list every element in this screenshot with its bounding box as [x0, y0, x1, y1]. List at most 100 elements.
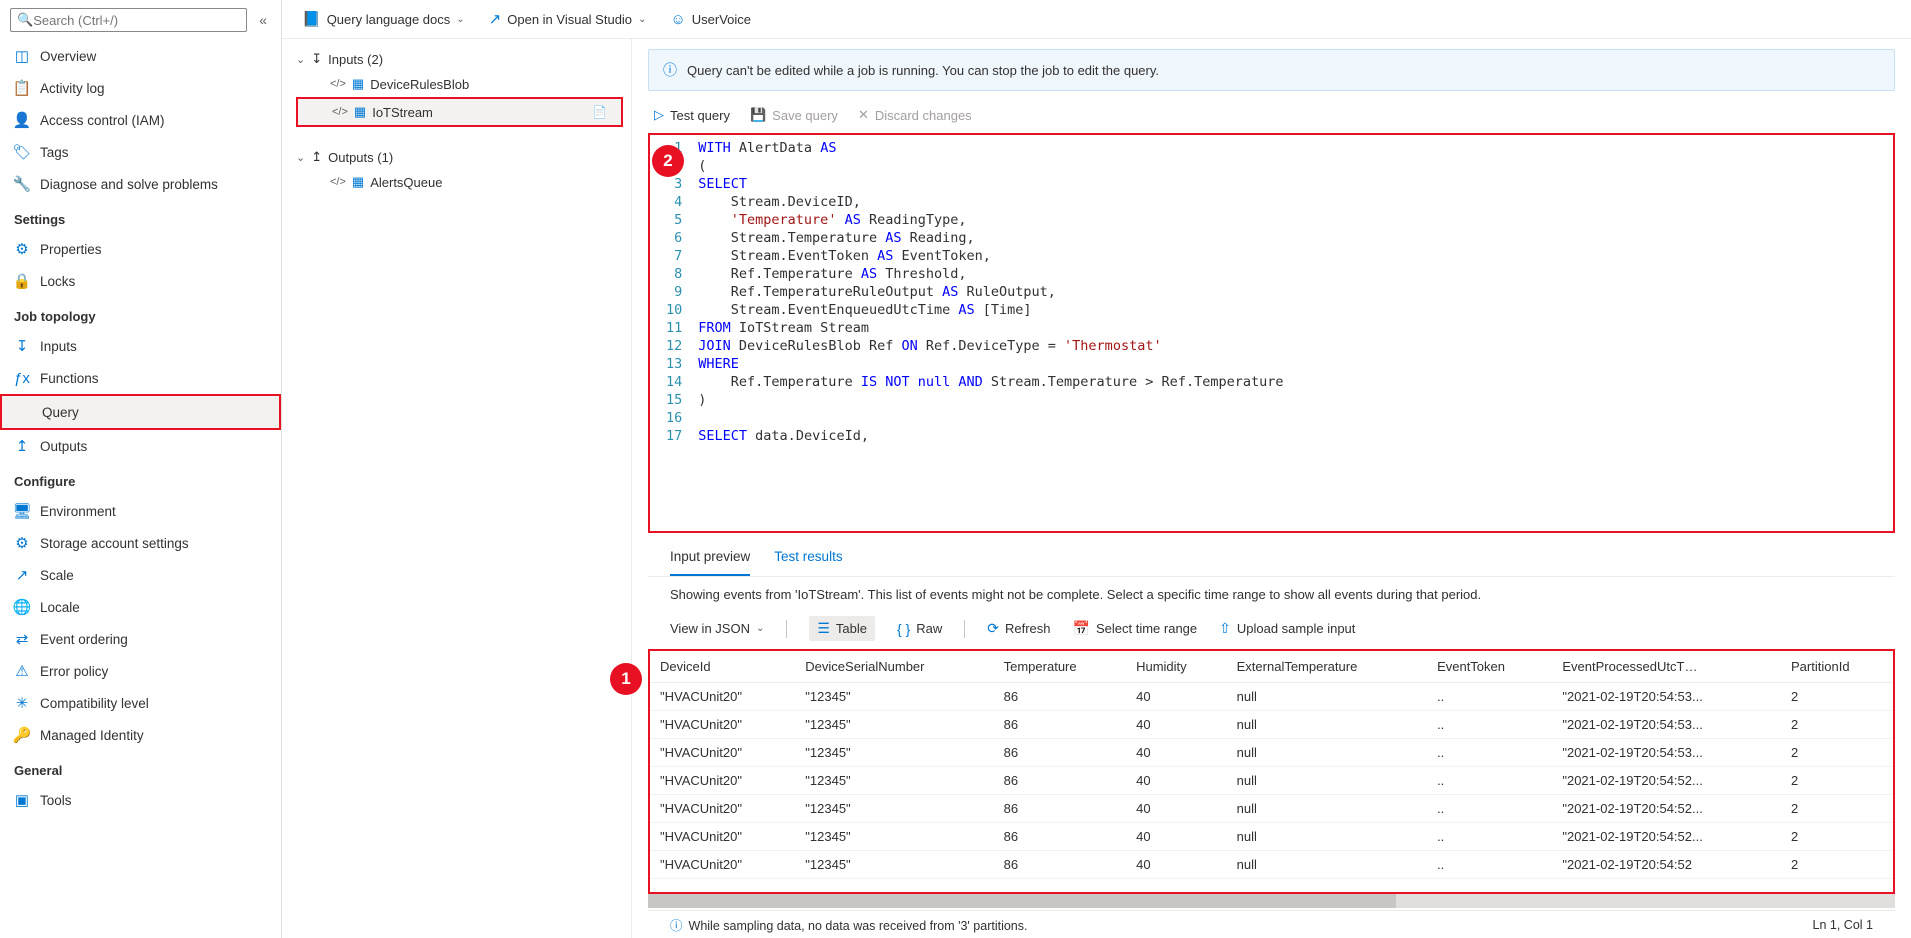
nav-outputs[interactable]: ↥ Outputs: [0, 430, 281, 462]
nav-iam[interactable]: 👤Access control (IAM): [0, 104, 281, 136]
collapse-sidebar-icon[interactable]: «: [255, 10, 271, 30]
blob-icon: ▦: [352, 76, 364, 92]
nav-functions[interactable]: ƒxFunctions: [0, 362, 281, 394]
code-lines[interactable]: WITH AlertData AS(SELECT Stream.DeviceID…: [690, 135, 1291, 449]
preview-description: Showing events from 'IoTStream'. This li…: [648, 577, 1895, 612]
nav-inputs-icon: ↧: [14, 338, 30, 354]
nav-mi[interactable]: 🔑Managed Identity: [0, 719, 281, 751]
info-banner: ⓘ Query can't be edited while a job is r…: [648, 49, 1895, 91]
table-view-label: Table: [836, 621, 867, 636]
horizontal-scrollbar[interactable]: [648, 894, 1895, 908]
nav-query-icon: [16, 404, 32, 420]
calendar-icon: 📅: [1073, 620, 1090, 637]
outputs-group-header[interactable]: ⌄ ↥ Outputs (1): [296, 145, 631, 169]
search-icon: 🔍: [17, 12, 33, 28]
nav-environment-icon: 🖥: [14, 503, 30, 519]
table-row[interactable]: "HVACUnit20""12345"8640null.."2021-02-19…: [650, 823, 1893, 851]
book-icon: 📘: [302, 10, 321, 28]
save-query-button: 💾 Save query: [750, 107, 838, 123]
col-externaltemperature[interactable]: ExternalTemperature: [1227, 651, 1427, 683]
nav-overview[interactable]: ◫Overview: [0, 40, 281, 72]
nav-locks[interactable]: 🔒Locks: [0, 265, 281, 297]
outputs-group-label: Outputs (1): [328, 150, 393, 165]
blob-icon: ▦: [354, 104, 366, 120]
input-iotstream-label: IoTStream: [372, 105, 433, 120]
col-partitionid[interactable]: PartitionId: [1781, 651, 1893, 683]
search-box[interactable]: 🔍: [10, 8, 247, 32]
timerange-button[interactable]: 📅 Select time range: [1073, 620, 1198, 637]
nav-storage[interactable]: ⚙ Storage account settings: [0, 527, 281, 559]
nav-event-ordering[interactable]: ⇄Event ordering: [0, 623, 281, 655]
nav-tags-icon: 🏷: [14, 144, 30, 160]
tab-input-preview[interactable]: Input preview: [670, 543, 750, 576]
output-alertsqueue-label: AlertsQueue: [370, 175, 442, 190]
output-alertsqueue[interactable]: </>▦AlertsQueue: [296, 169, 631, 195]
nav-inputs[interactable]: ↧Inputs: [0, 330, 281, 362]
view-json-button[interactable]: View in JSON ⌄: [670, 621, 764, 636]
table-row[interactable]: "HVACUnit20""12345"8640null.."2021-02-19…: [650, 683, 1893, 711]
nav-storage-label: Storage account settings: [40, 536, 189, 551]
raw-view-button[interactable]: { } Raw: [897, 621, 942, 637]
timerange-label: Select time range: [1096, 621, 1197, 636]
uservoice-link[interactable]: ☺ UserVoice: [670, 11, 751, 28]
nav-scale[interactable]: ↗Scale: [0, 559, 281, 591]
callout-1: 1: [610, 663, 642, 695]
nav-compat-label: Compatibility level: [40, 696, 149, 711]
refresh-button[interactable]: ⟳ Refresh: [987, 620, 1050, 637]
col-eventprocessedutct-[interactable]: EventProcessedUtcT…: [1552, 651, 1781, 683]
nav-compat-icon: ✳: [14, 695, 30, 711]
nav-outputs-label: Outputs: [40, 439, 87, 454]
preview-toolbar: View in JSON ⌄ ☰ Table { } Raw ⟳: [648, 612, 1895, 649]
query-docs-link[interactable]: 📘 Query language docs ⌄: [302, 10, 465, 28]
test-query-button[interactable]: ▷ Test query: [654, 107, 730, 123]
nav-overview-label: Overview: [40, 49, 96, 64]
nav-outputs-icon: ↥: [14, 438, 30, 454]
nav-environment[interactable]: 🖥Environment: [0, 495, 281, 527]
nav-tools-icon: ▣: [14, 792, 30, 808]
col-deviceserialnumber[interactable]: DeviceSerialNumber: [795, 651, 993, 683]
nav-tags[interactable]: 🏷Tags: [0, 136, 281, 168]
col-eventtoken[interactable]: EventToken: [1427, 651, 1552, 683]
nav-properties-icon: ⚙: [14, 241, 30, 257]
io-tree-pane: ⌄ ↧ Inputs (2) </>▦DeviceRulesBlob</>▦Io…: [282, 39, 632, 938]
col-humidity[interactable]: Humidity: [1126, 651, 1227, 683]
nav-diagnose[interactable]: 🔧Diagnose and solve problems: [0, 168, 281, 200]
nav-properties-label: Properties: [40, 242, 102, 257]
status-bar: ⓘWhile sampling data, no data was receiv…: [648, 910, 1895, 938]
col-deviceid[interactable]: DeviceId: [650, 651, 795, 683]
nav-properties[interactable]: ⚙ Properties: [0, 233, 281, 265]
code-editor[interactable]: 1234567891011121314151617 WITH AlertData…: [648, 133, 1895, 533]
nav-locale-label: Locale: [40, 600, 80, 615]
table-row[interactable]: "HVACUnit20""12345"8640null.."2021-02-19…: [650, 767, 1893, 795]
table-row[interactable]: "HVACUnit20""12345"8640null.."2021-02-19…: [650, 795, 1893, 823]
nav-locale-icon: 🌐: [14, 599, 30, 615]
table-view-button[interactable]: ☰ Table: [809, 616, 875, 641]
discard-changes-button: ✕ Discard changes: [858, 107, 972, 123]
nav-error-policy-label: Error policy: [40, 664, 108, 679]
nav-compat[interactable]: ✳ Compatibility level: [0, 687, 281, 719]
inputs-group-header[interactable]: ⌄ ↧ Inputs (2): [296, 47, 631, 71]
nav-storage-icon: ⚙: [14, 535, 30, 551]
data-table: DeviceIdDeviceSerialNumberTemperatureHum…: [650, 651, 1893, 879]
data-table-container[interactable]: DeviceIdDeviceSerialNumberTemperatureHum…: [648, 649, 1895, 894]
nav-tools[interactable]: ▣Tools: [0, 784, 281, 816]
open-vs-link[interactable]: ↗ Open in Visual Studio ⌄: [489, 10, 647, 28]
col-temperature[interactable]: Temperature: [994, 651, 1126, 683]
query-docs-label: Query language docs: [327, 12, 451, 27]
table-row[interactable]: "HVACUnit20""12345"8640null.."2021-02-19…: [650, 711, 1893, 739]
input-iotstream[interactable]: </>▦IoTStream📄: [296, 97, 623, 127]
nav-diagnose-label: Diagnose and solve problems: [40, 177, 218, 192]
nav-mi-icon: 🔑: [14, 727, 30, 743]
nav-activity-log[interactable]: 📋Activity log: [0, 72, 281, 104]
table-row[interactable]: "HVACUnit20""12345"8640null.."2021-02-19…: [650, 851, 1893, 879]
braces-icon: { }: [897, 621, 910, 637]
nav-query[interactable]: Query: [0, 394, 281, 430]
table-row[interactable]: "HVACUnit20""12345"8640null.."2021-02-19…: [650, 739, 1893, 767]
nav-activity-log-icon: 📋: [14, 80, 30, 96]
search-input[interactable]: [33, 13, 240, 28]
nav-locale[interactable]: 🌐 Locale: [0, 591, 281, 623]
tab-test-results[interactable]: Test results: [774, 543, 842, 576]
nav-error-policy[interactable]: ⚠Error policy: [0, 655, 281, 687]
input-devicerulesblob[interactable]: </>▦DeviceRulesBlob: [296, 71, 631, 97]
upload-button[interactable]: ⇧ Upload sample input: [1219, 620, 1355, 637]
